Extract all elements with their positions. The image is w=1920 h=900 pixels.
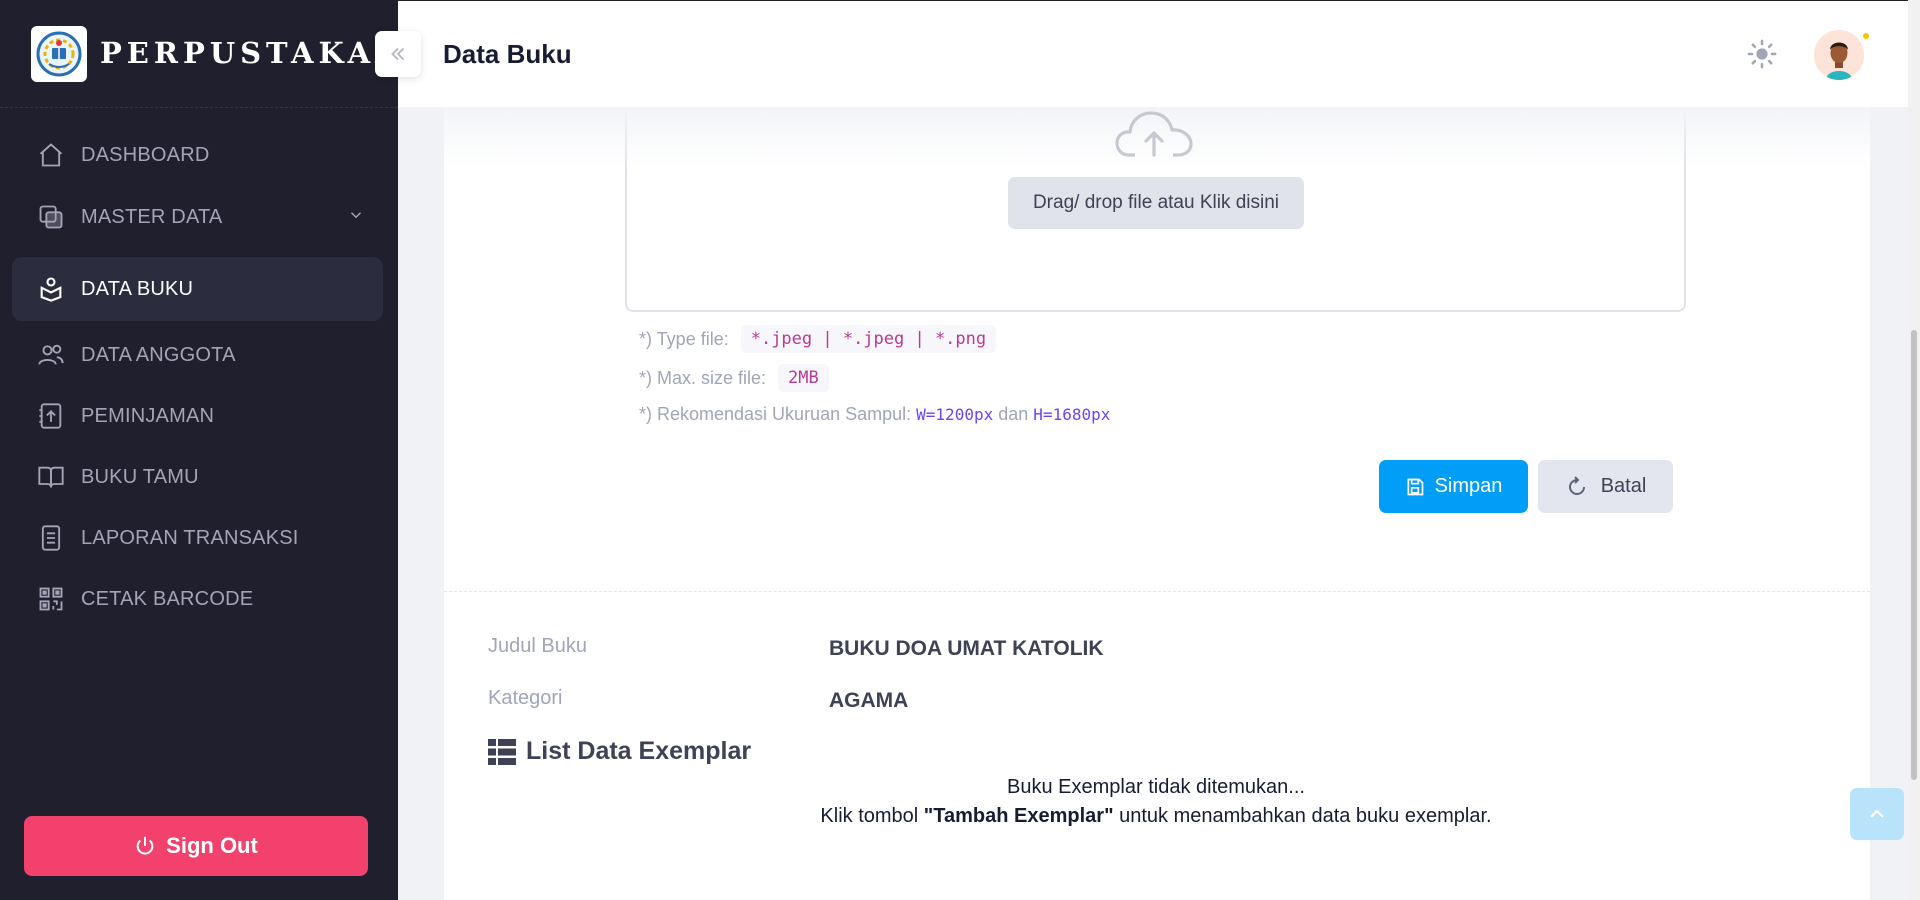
category-label: Kategori [488, 687, 563, 709]
sidebar-item-label: CETAK BARCODE [81, 587, 254, 610]
sparkle-icon [1863, 33, 1869, 39]
sidebar-item-label: DASHBOARD [81, 143, 210, 166]
sidebar-item-label: PEMINJAMAN [81, 404, 215, 427]
cancel-label: Batal [1600, 475, 1647, 497]
refresh-icon [1568, 475, 1585, 495]
user-avatar[interactable] [1814, 30, 1864, 80]
sidebar-item-laporan-transaksi[interactable]: LAPORAN TRANSAKSI [12, 506, 383, 570]
sidebar-item-master-data[interactable]: MASTER DATA [12, 185, 383, 249]
page-title: Data Buku [443, 39, 572, 69]
scroll-to-top-button[interactable] [1850, 788, 1904, 840]
chevron-up-icon [1870, 809, 1884, 818]
sun-icon [1747, 39, 1777, 69]
sidebar-item-data-buku[interactable]: DATA BUKU [12, 257, 383, 321]
cloud-upload-icon [1115, 111, 1193, 157]
file-type-value: *.jpeg | *.jpeg | *.png [740, 325, 997, 353]
upload-doc-icon [36, 401, 66, 431]
brand: PERPUSTAKAAN [0, 0, 429, 108]
sidebar-item-label: DATA ANGGOTA [81, 343, 236, 366]
empty-state-line2: Klik tombol "Tambah Exemplar" untuk mena… [700, 805, 1612, 828]
sidebar-item-label: DATA BUKU [81, 277, 194, 300]
chevron-down-icon [347, 206, 365, 229]
exemplar-title-text: List Data Exemplar [526, 737, 752, 765]
file-type-label: *) Type file: [639, 328, 729, 349]
power-icon [136, 836, 154, 855]
sidebar-item-label: MASTER DATA [81, 205, 223, 228]
exemplar-section-title: List Data Exemplar [488, 737, 751, 766]
cover-width-value: W=1200px [916, 405, 994, 424]
sidebar-item-data-anggota[interactable]: DATA ANGGOTA [12, 323, 383, 387]
page-scrollbar-thumb[interactable] [1911, 330, 1917, 780]
sidebar-collapse-button[interactable] [375, 31, 421, 77]
cover-height-value: H=1680px [1033, 405, 1111, 424]
empty-state-line1: Buku Exemplar tidak ditemukan... [1007, 776, 1305, 798]
empty-line2-prefix: Klik tombol [820, 805, 924, 827]
theme-toggle-button[interactable] [1745, 37, 1779, 71]
dropzone-browse-button[interactable]: Drag/ drop file atau Klik disini [1008, 177, 1304, 229]
layers-icon [36, 202, 66, 232]
list-icon [488, 738, 516, 765]
sidebar-item-buku-tamu[interactable]: BUKU TAMU [12, 445, 383, 509]
sidebar-item-peminjaman[interactable]: PEMINJAMAN [12, 384, 383, 448]
open-book-icon [36, 462, 66, 492]
file-size-value: 2MB [778, 364, 829, 392]
sidebar: PERPUSTAKAAN DASHBOARD MASTER DATA DATA … [0, 0, 429, 900]
floppy-disk-icon [1407, 478, 1423, 495]
category-value: AGAMA [829, 689, 909, 712]
book-reader-icon [36, 274, 66, 304]
cancel-button[interactable]: Batal [1538, 460, 1673, 513]
cover-size-hint: *) Rekomendasi Ukuruan Sampul: W=1200px … [639, 404, 1110, 425]
book-title-label: Judul Buku [488, 635, 587, 657]
cover-size-and: dan [998, 404, 1029, 424]
book-title-value: BUKU DOA UMAT KATOLIK [829, 637, 1104, 660]
top-header: Data Buku [398, 0, 1920, 107]
logo-emblem-icon [36, 31, 82, 77]
empty-line2-button-name: "Tambah Exemplar" [923, 805, 1114, 827]
sidebar-item-label: LAPORAN TRANSAKSI [81, 526, 299, 549]
sidebar-item-cetak-barcode[interactable]: CETAK BARCODE [12, 567, 383, 631]
sign-out-label: Sign Out [166, 833, 258, 858]
file-size-label: *) Max. size file: [639, 367, 767, 388]
avatar-icon [1814, 30, 1864, 80]
sidebar-item-label: BUKU TAMU [81, 465, 199, 488]
file-type-hint: *) Type file: *.jpeg | *.jpeg | *.png [639, 325, 997, 353]
file-size-hint: *) Max. size file: 2MB [639, 364, 829, 392]
save-button[interactable]: Simpan [1379, 460, 1528, 513]
logo[interactable] [31, 26, 87, 82]
sign-out-button[interactable]: Sign Out [24, 816, 368, 876]
qr-code-icon [36, 584, 66, 614]
cover-size-label: *) Rekomendasi Ukuruan Sampul: [639, 404, 912, 424]
section-divider [444, 591, 1870, 592]
home-icon [36, 140, 66, 170]
sidebar-item-dashboard[interactable]: DASHBOARD [12, 123, 383, 187]
double-chevron-left-icon [391, 47, 405, 61]
users-icon [36, 340, 66, 370]
document-icon [36, 523, 66, 553]
save-label: Simpan [1434, 475, 1503, 497]
empty-line2-suffix: untuk menambahkan data buku exemplar. [1113, 805, 1492, 827]
